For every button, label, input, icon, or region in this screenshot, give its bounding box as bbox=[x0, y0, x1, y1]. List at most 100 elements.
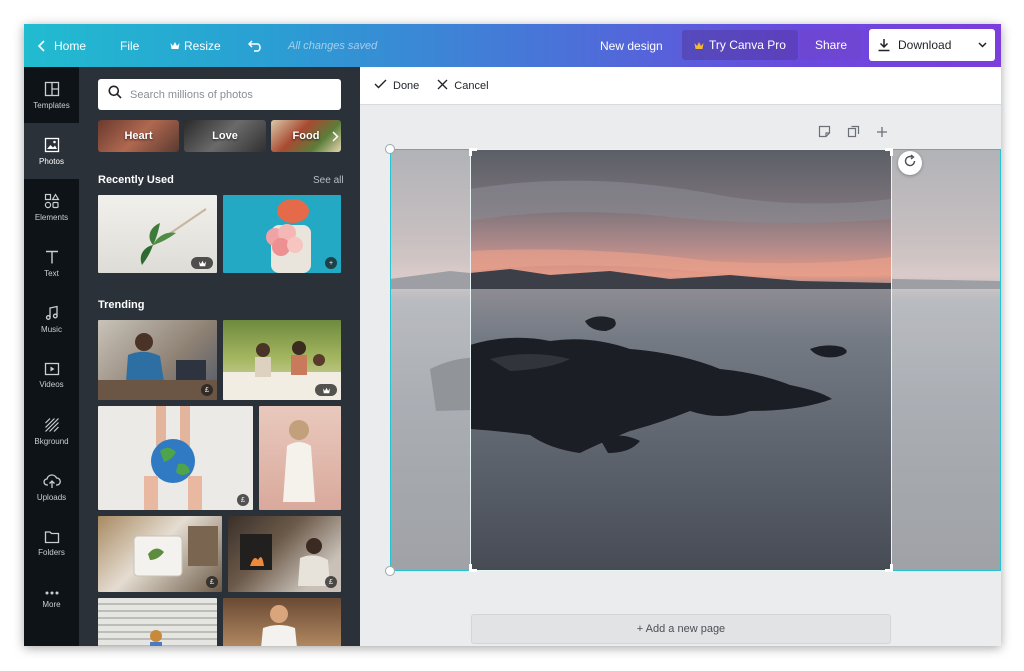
recently-used-heading: Recently Used bbox=[98, 174, 174, 186]
sidebar-item-label: Videos bbox=[39, 379, 64, 389]
try-canva-pro-label: Try Canva Pro bbox=[709, 38, 786, 52]
elements-icon bbox=[44, 192, 60, 209]
chevron-down-icon[interactable] bbox=[978, 42, 987, 48]
search-input[interactable] bbox=[130, 88, 330, 101]
resize-button[interactable]: Resize bbox=[170, 24, 221, 67]
photo-thumbnail[interactable] bbox=[98, 195, 217, 273]
sidebar-item-label: Music bbox=[41, 324, 62, 334]
download-icon bbox=[877, 38, 891, 52]
paid-icon: £ bbox=[325, 576, 337, 588]
sidebar-item-uploads[interactable]: Uploads bbox=[24, 459, 79, 515]
left-sidebar: Templates Photos Elements Text Music Vid… bbox=[24, 67, 79, 646]
text-icon bbox=[44, 249, 60, 265]
sidebar-item-label: Text bbox=[44, 268, 59, 278]
check-icon bbox=[374, 79, 387, 92]
category-chip-heart[interactable]: Heart bbox=[98, 120, 179, 152]
file-menu-button[interactable]: File bbox=[120, 24, 139, 67]
photo-thumbnail[interactable]: + bbox=[223, 195, 341, 273]
photo-thumbnail[interactable] bbox=[98, 598, 217, 646]
chevron-right-icon[interactable] bbox=[328, 120, 342, 152]
uploads-icon bbox=[42, 473, 61, 489]
sidebar-item-label: Photos bbox=[39, 156, 64, 166]
cancel-label: Cancel bbox=[454, 79, 489, 92]
photos-panel: Heart Love Food Recently Used See all + … bbox=[79, 67, 360, 646]
paid-icon: £ bbox=[237, 494, 249, 506]
folders-icon bbox=[44, 530, 60, 544]
sidebar-item-more[interactable]: More bbox=[24, 571, 79, 627]
photo-thumbnail[interactable]: £ bbox=[98, 516, 222, 592]
sidebar-item-label: Folders bbox=[38, 547, 65, 557]
sidebar-item-text[interactable]: Text bbox=[24, 235, 79, 291]
sidebar-item-templates[interactable]: Templates bbox=[24, 67, 79, 123]
add-page-icon[interactable] bbox=[876, 125, 888, 143]
crop-toolbar: Done Cancel bbox=[360, 67, 1001, 105]
search-icon bbox=[108, 85, 122, 104]
videos-icon bbox=[44, 362, 60, 376]
page-tools bbox=[818, 125, 888, 143]
trending-heading: Trending bbox=[98, 299, 145, 311]
top-bar: Home File Resize All changes saved New d… bbox=[24, 24, 1001, 67]
done-button[interactable]: Done bbox=[374, 79, 419, 92]
done-label: Done bbox=[393, 79, 420, 92]
search-box[interactable] bbox=[98, 79, 341, 110]
home-label: Home bbox=[54, 38, 87, 53]
music-icon bbox=[44, 305, 60, 321]
sidebar-item-label: Bkground bbox=[34, 436, 69, 446]
sidebar-item-folders[interactable]: Folders bbox=[24, 515, 79, 571]
sidebar-item-label: Elements bbox=[34, 212, 69, 222]
download-button[interactable]: Download bbox=[869, 29, 995, 61]
canvas-workspace: Done Cancel + Add a new page bbox=[360, 67, 1001, 646]
sidebar-item-label: Templates bbox=[33, 100, 70, 110]
category-chip-love[interactable]: Love bbox=[184, 120, 266, 152]
photo-thumbnail[interactable]: £ bbox=[98, 406, 253, 510]
paid-icon: £ bbox=[206, 576, 218, 588]
chevron-left-icon bbox=[38, 39, 46, 52]
share-button[interactable]: Share bbox=[800, 30, 862, 60]
home-button[interactable]: Home bbox=[38, 24, 86, 67]
resize-handle-bottom-left[interactable] bbox=[385, 566, 395, 576]
sidebar-item-label: More bbox=[42, 599, 61, 609]
crop-handle-bottom-right[interactable] bbox=[885, 564, 893, 572]
crop-frame[interactable] bbox=[470, 149, 892, 571]
canva-editor: Home File Resize All changes saved New d… bbox=[24, 24, 1001, 646]
undo-icon bbox=[248, 39, 264, 52]
download-label: Download bbox=[898, 38, 952, 52]
cancel-button[interactable]: Cancel bbox=[437, 79, 489, 93]
crop-handle-top-left[interactable] bbox=[469, 148, 477, 156]
more-icon bbox=[44, 590, 60, 596]
resize-label: Resize bbox=[184, 38, 221, 53]
note-icon[interactable] bbox=[818, 125, 831, 143]
see-all-link[interactable]: See all bbox=[313, 175, 344, 186]
photo-thumbnail[interactable] bbox=[223, 598, 341, 646]
sidebar-item-background[interactable]: Bkground bbox=[24, 403, 79, 459]
crown-icon bbox=[170, 41, 180, 50]
resize-handle-top-left[interactable] bbox=[385, 144, 395, 154]
add-icon: + bbox=[325, 257, 337, 269]
duplicate-icon[interactable] bbox=[847, 125, 860, 143]
crown-icon bbox=[191, 257, 213, 269]
crown-icon bbox=[694, 41, 704, 50]
sidebar-item-videos[interactable]: Videos bbox=[24, 347, 79, 403]
photos-icon bbox=[44, 137, 60, 153]
rotate-button[interactable] bbox=[898, 151, 922, 175]
undo-button[interactable] bbox=[248, 24, 264, 67]
add-new-page-button[interactable]: + Add a new page bbox=[471, 614, 891, 644]
photo-thumbnail[interactable]: £ bbox=[98, 320, 217, 400]
background-icon bbox=[44, 417, 60, 433]
sidebar-item-music[interactable]: Music bbox=[24, 291, 79, 347]
sidebar-item-label: Uploads bbox=[36, 492, 67, 502]
photo-thumbnail[interactable] bbox=[259, 406, 341, 510]
save-status-text: All changes saved bbox=[288, 39, 378, 52]
crown-icon bbox=[315, 384, 337, 396]
sidebar-item-photos[interactable]: Photos bbox=[24, 123, 79, 179]
photo-thumbnail[interactable]: £ bbox=[228, 516, 341, 592]
sidebar-item-elements[interactable]: Elements bbox=[24, 179, 79, 235]
crop-handle-top-right[interactable] bbox=[885, 148, 893, 156]
rotate-icon bbox=[903, 153, 917, 173]
paid-icon: £ bbox=[201, 384, 213, 396]
crop-handle-bottom-left[interactable] bbox=[469, 564, 477, 572]
photo-thumbnail[interactable] bbox=[223, 320, 341, 400]
close-icon bbox=[437, 79, 448, 93]
try-canva-pro-button[interactable]: Try Canva Pro bbox=[682, 30, 798, 60]
new-design-button[interactable]: New design bbox=[600, 24, 663, 67]
